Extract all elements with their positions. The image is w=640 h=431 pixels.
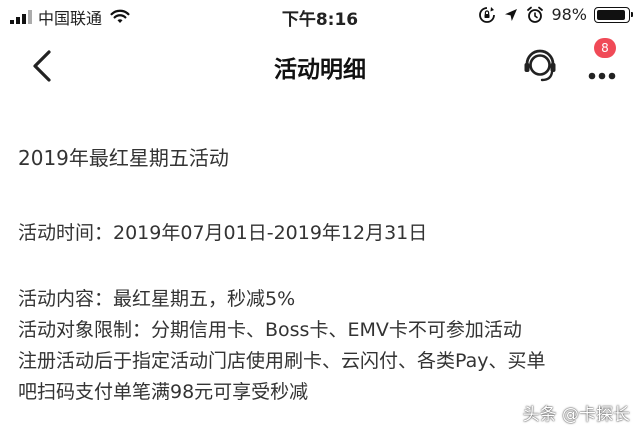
location-icon [505, 8, 518, 21]
alarm-icon [527, 6, 544, 23]
notification-badge: 8 [594, 38, 616, 58]
activity-title: 2019年最红星期五活动 [18, 146, 229, 170]
activity-restrictions: 活动对象限制：分期信用卡、Boss卡、EMV卡不可参加活动 [18, 319, 522, 341]
battery-icon [594, 6, 633, 23]
activity-description: 活动内容：最红星期五，秒减5% 活动对象限制：分期信用卡、Boss卡、EMV卡不… [18, 284, 624, 408]
customer-service-icon[interactable] [518, 44, 562, 88]
battery-percent: 98% [551, 5, 587, 24]
status-right: 98% [478, 5, 633, 24]
navigation-bar: 活动明细 8 [0, 34, 640, 98]
watermark: 头条 @卡探长 [522, 405, 630, 425]
status-bar: 中国联通 下午8:16 98% [0, 0, 640, 34]
activity-content: 活动内容：最红星期五，秒减5% [18, 288, 296, 310]
activity-rule-line-1: 注册活动后于指定活动门店使用刷卡、云闪付、各类Pay、买单 [18, 350, 546, 372]
rotation-lock-icon [479, 6, 496, 23]
activity-time: 活动时间：2019年07月01日-2019年12月31日 [18, 222, 428, 244]
battery-fill [597, 9, 625, 20]
